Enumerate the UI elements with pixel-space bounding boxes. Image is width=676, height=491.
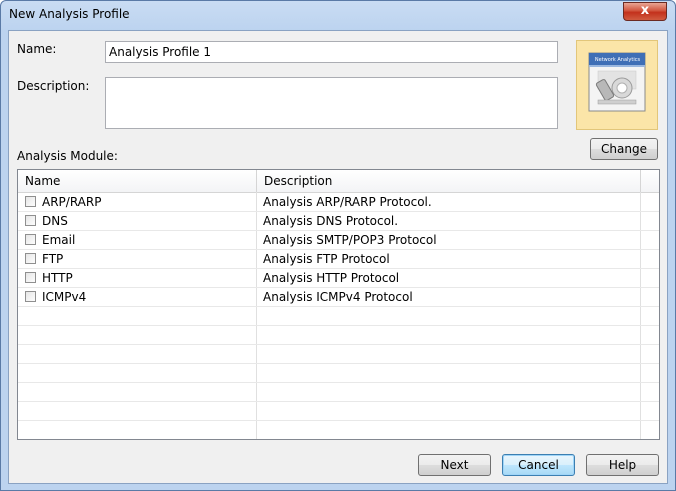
help-button[interactable]: Help — [586, 454, 659, 476]
table-row[interactable]: HTTP Analysis HTTP Protocol — [18, 269, 659, 288]
module-name: Email — [42, 233, 76, 247]
name-label: Name: — [17, 42, 57, 56]
module-description: Analysis ICMPv4 Protocol — [263, 290, 413, 304]
description-input[interactable] — [105, 77, 558, 129]
module-name: ARP/RARP — [42, 195, 102, 209]
module-description: Analysis SMTP/POP3 Protocol — [263, 233, 437, 247]
module-description: Analysis FTP Protocol — [263, 252, 390, 266]
next-button[interactable]: Next — [418, 454, 491, 476]
table-row — [18, 326, 659, 345]
table-row — [18, 421, 659, 439]
module-checkbox[interactable] — [25, 291, 36, 302]
analysis-module-table: Name Description ARP/RARP Analysis ARP/RA… — [17, 169, 660, 440]
table-row — [18, 364, 659, 383]
table-row — [18, 402, 659, 421]
profile-image-box: Network Analytics — [576, 40, 658, 130]
module-name: HTTP — [42, 271, 73, 285]
table-row — [18, 307, 659, 326]
module-description: Analysis DNS Protocol. — [263, 214, 399, 228]
description-label: Description: — [17, 79, 90, 93]
table-header: Name Description — [18, 170, 659, 193]
dialog-body: Name: Description: Network Analytics Cha… — [8, 30, 668, 484]
module-description: Analysis ARP/RARP Protocol. — [263, 195, 432, 209]
module-name-cell: HTTP — [18, 269, 257, 287]
module-checkbox[interactable] — [25, 196, 36, 207]
table-row[interactable]: Email Analysis SMTP/POP3 Protocol — [18, 231, 659, 250]
name-input[interactable] — [105, 41, 558, 63]
table-row[interactable]: DNS Analysis DNS Protocol. — [18, 212, 659, 231]
module-name-cell: DNS — [18, 212, 257, 230]
module-name: FTP — [42, 252, 64, 266]
table-row[interactable]: ARP/RARP Analysis ARP/RARP Protocol. — [18, 193, 659, 212]
cancel-button[interactable]: Cancel — [502, 454, 575, 476]
network-analytics-icon — [588, 52, 646, 112]
table-row[interactable]: ICMPv4 Analysis ICMPv4 Protocol — [18, 288, 659, 307]
title-bar[interactable]: New Analysis Profile x — [1, 1, 675, 29]
module-checkbox[interactable] — [25, 272, 36, 283]
close-icon: x — [640, 3, 650, 18]
table-row — [18, 345, 659, 364]
change-button[interactable]: Change — [590, 138, 658, 160]
window-title: New Analysis Profile — [9, 7, 130, 21]
close-button[interactable]: x — [623, 2, 667, 21]
table-row — [18, 383, 659, 402]
module-name-cell: Email — [18, 231, 257, 249]
column-header-description[interactable]: Description — [257, 170, 641, 192]
module-description: Analysis HTTP Protocol — [263, 271, 400, 285]
module-name-cell: ICMPv4 — [18, 288, 257, 306]
dialog-window: New Analysis Profile x Name: Description… — [0, 0, 676, 491]
module-name: DNS — [42, 214, 68, 228]
table-row[interactable]: FTP Analysis FTP Protocol — [18, 250, 659, 269]
module-name-cell: FTP — [18, 250, 257, 268]
module-name: ICMPv4 — [42, 290, 87, 304]
module-checkbox[interactable] — [25, 215, 36, 226]
column-header-name[interactable]: Name — [18, 170, 257, 192]
module-name-cell: ARP/RARP — [18, 193, 257, 211]
image-caption: Network Analytics — [594, 57, 641, 63]
module-checkbox[interactable] — [25, 253, 36, 264]
module-checkbox[interactable] — [25, 234, 36, 245]
analysis-module-label: Analysis Module: — [17, 149, 118, 163]
